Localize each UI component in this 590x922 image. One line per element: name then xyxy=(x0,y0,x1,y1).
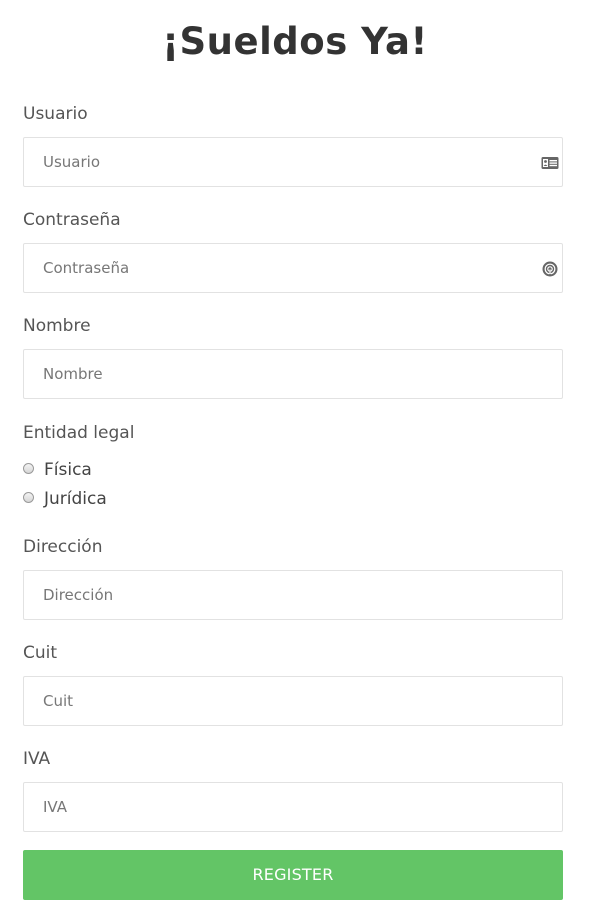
iva-field[interactable] xyxy=(23,782,563,832)
cuit-input[interactable] xyxy=(24,677,562,725)
cuit-field[interactable] xyxy=(23,676,563,726)
radio-juridica-button[interactable] xyxy=(23,491,34,503)
contrasena-input[interactable] xyxy=(24,244,562,292)
contrasena-field[interactable] xyxy=(23,243,563,293)
usuario-input[interactable] xyxy=(24,138,562,186)
page-title: ¡Sueldos Ya! xyxy=(162,20,428,63)
nombre-field[interactable] xyxy=(23,349,563,399)
radio-juridica[interactable]: Jurídica xyxy=(23,488,107,510)
usuario-label: Usuario xyxy=(23,104,88,124)
direccion-label: Dirección xyxy=(23,537,103,557)
direccion-input[interactable] xyxy=(24,571,562,619)
iva-input[interactable] xyxy=(24,783,562,831)
direccion-field[interactable] xyxy=(23,570,563,620)
nombre-label: Nombre xyxy=(23,316,91,336)
iva-label: IVA xyxy=(23,749,51,769)
fingerprint-icon xyxy=(541,260,559,278)
register-button[interactable]: REGISTER xyxy=(23,850,563,900)
radio-juridica-label: Jurídica xyxy=(44,489,107,509)
cuit-label: Cuit xyxy=(23,643,58,663)
entidad-label: Entidad legal xyxy=(23,423,135,443)
radio-fisica-button[interactable] xyxy=(23,462,34,474)
id-card-icon xyxy=(541,154,559,172)
nombre-input[interactable] xyxy=(24,350,562,398)
radio-fisica[interactable]: Física xyxy=(23,459,92,481)
contrasena-label: Contraseña xyxy=(23,210,121,230)
radio-fisica-label: Física xyxy=(44,460,92,480)
usuario-field[interactable] xyxy=(23,137,563,187)
